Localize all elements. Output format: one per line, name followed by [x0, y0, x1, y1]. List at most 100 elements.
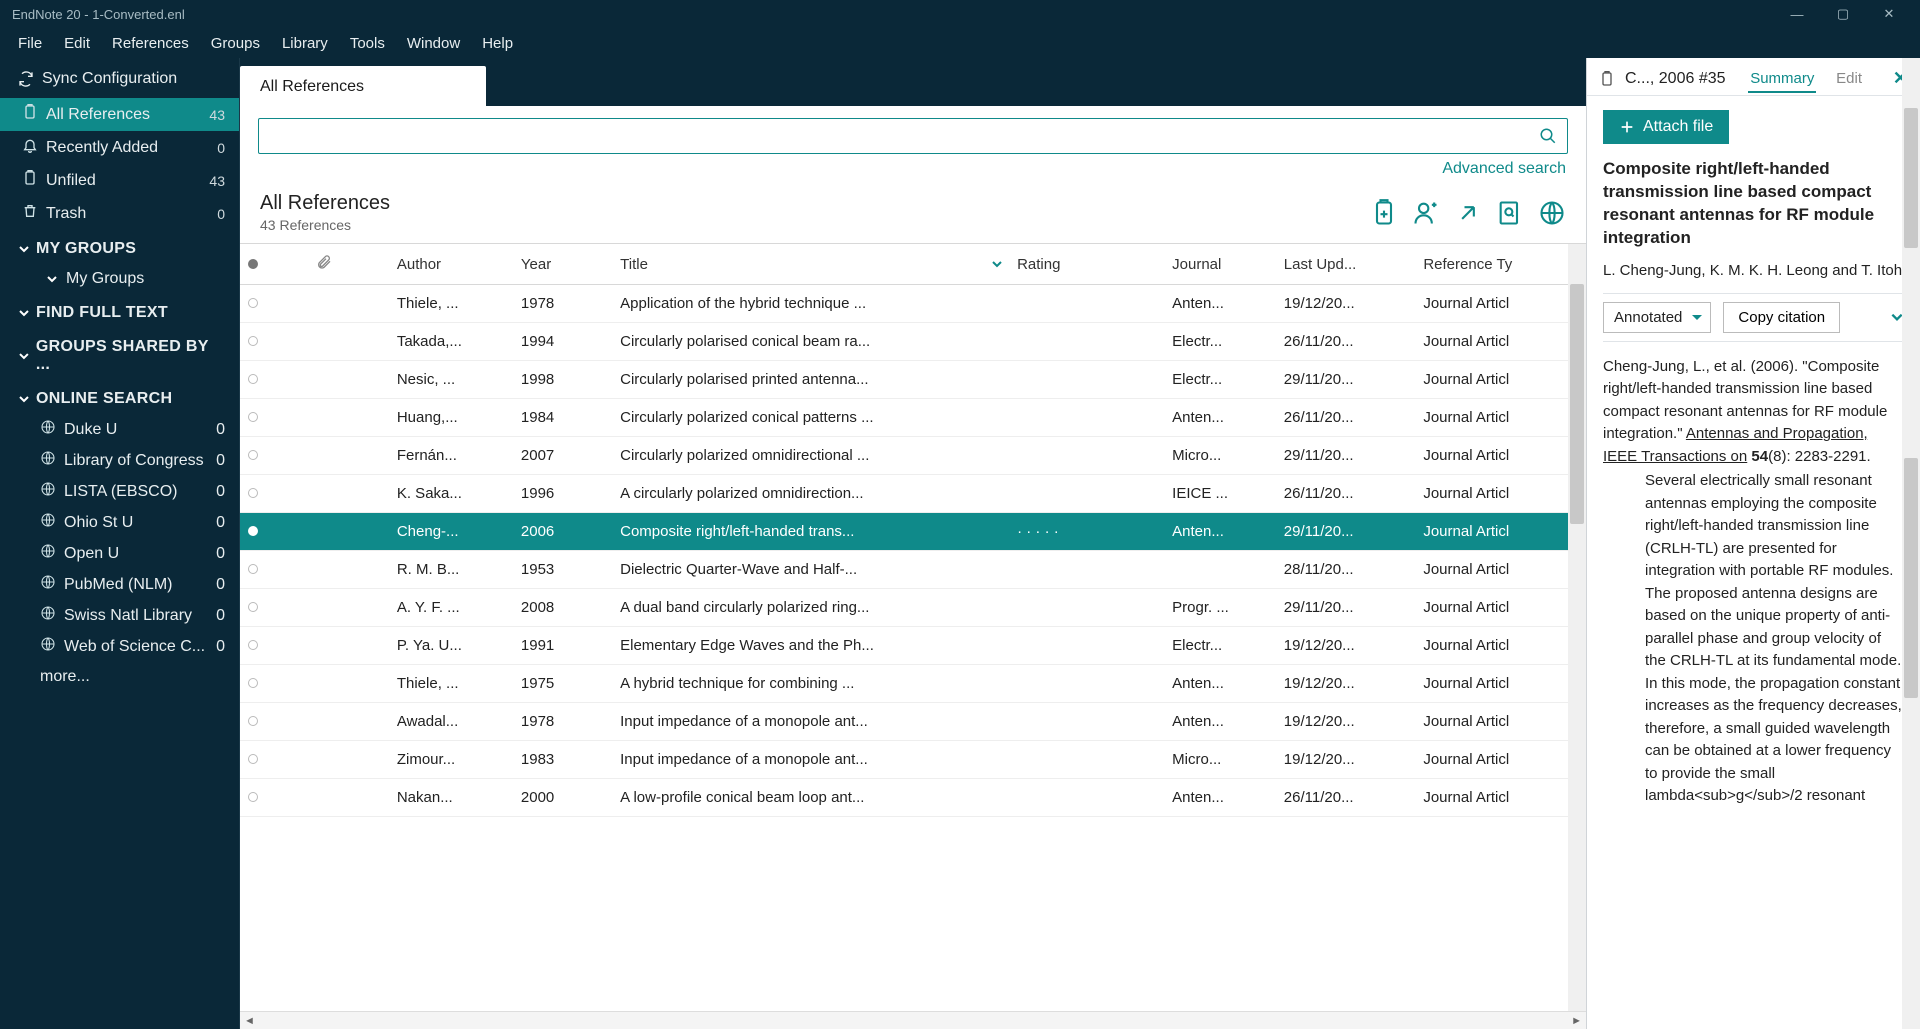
sidebar-item-recently-added[interactable]: Recently Added0 — [0, 131, 239, 164]
clipboard-icon — [1599, 70, 1615, 88]
col-year[interactable]: Year — [513, 244, 612, 285]
sidebar-head-findfulltext[interactable]: FIND FULL TEXT — [0, 294, 239, 328]
table-row[interactable]: Takada,...1994Circularly polarised conic… — [240, 323, 1586, 361]
table-vscrollbar[interactable] — [1568, 244, 1586, 1011]
readstatus-dot-icon — [248, 488, 258, 498]
table-row[interactable]: Awadal...1978Input impedance of a monopo… — [240, 703, 1586, 741]
sidebar-item-trash[interactable]: Trash0 — [0, 197, 239, 230]
menu-bar: File Edit References Groups Library Tool… — [0, 28, 1920, 58]
table-hscrollbar[interactable]: ◄► — [240, 1011, 1586, 1029]
reference-count: 43 References — [260, 217, 390, 233]
details-authors: L. Cheng-Jung, K. M. K. H. Leong and T. … — [1603, 262, 1904, 279]
sidebar-online-duke-u[interactable]: Duke U0 — [0, 414, 239, 445]
globe-icon — [40, 636, 56, 657]
readstatus-dot-icon — [248, 336, 258, 346]
col-title[interactable]: Title — [612, 244, 1009, 285]
readstatus-dot-icon — [248, 374, 258, 384]
citation-preview: Cheng-Jung, L., et al. (2006). "Composit… — [1603, 356, 1904, 808]
col-attachment[interactable] — [308, 244, 389, 285]
attach-file-button[interactable]: Attach file — [1603, 110, 1729, 144]
menu-library[interactable]: Library — [272, 31, 338, 56]
search-input[interactable] — [258, 118, 1568, 154]
add-user-icon[interactable] — [1412, 199, 1440, 227]
globe-icon — [40, 419, 56, 440]
sidebar-item-unfiled[interactable]: Unfiled43 — [0, 164, 239, 197]
sync-configuration-button[interactable]: Sync Configuration — [0, 60, 239, 98]
menu-help[interactable]: Help — [472, 31, 523, 56]
advanced-search-link[interactable]: Advanced search — [1442, 160, 1566, 177]
readstatus-dot-icon — [248, 792, 258, 802]
sidebar-online-open-u[interactable]: Open U0 — [0, 538, 239, 569]
col-lastupd[interactable]: Last Upd... — [1276, 244, 1416, 285]
window-close-button[interactable]: ✕ — [1866, 0, 1912, 28]
table-row[interactable]: A. Y. F. ...2008A dual band circularly p… — [240, 589, 1586, 627]
menu-references[interactable]: References — [102, 31, 199, 56]
reference-table: Author Year Title Rating Journal Last Up… — [240, 244, 1586, 1011]
readstatus-dot-icon — [248, 754, 258, 764]
col-readstatus[interactable] — [240, 244, 308, 285]
dot-icon — [248, 259, 258, 269]
sidebar-online-ohio-st-u[interactable]: Ohio St U0 — [0, 507, 239, 538]
sidebar-head-online[interactable]: ONLINE SEARCH — [0, 380, 239, 414]
sidebar-online-swiss-natl-library[interactable]: Swiss Natl Library0 — [0, 600, 239, 631]
window-maximize-button[interactable]: ▢ — [1820, 0, 1866, 28]
menu-file[interactable]: File — [8, 31, 52, 56]
col-author[interactable]: Author — [389, 244, 513, 285]
table-row[interactable]: Thiele, ...1975A hybrid technique for co… — [240, 665, 1586, 703]
sidebar-head-mygroups[interactable]: MY GROUPS — [0, 230, 239, 264]
chevron-down-icon — [18, 393, 30, 405]
menu-tools[interactable]: Tools — [340, 31, 395, 56]
table-row[interactable]: R. M. B...1953Dielectric Quarter-Wave an… — [240, 551, 1586, 589]
citation-style-select[interactable]: Annotated — [1603, 302, 1711, 333]
table-row[interactable]: Nesic, ...1998Circularly polarised print… — [240, 361, 1586, 399]
globe-icon — [40, 574, 56, 595]
globe-icon — [40, 543, 56, 564]
table-row[interactable]: Zimour...1983Input impedance of a monopo… — [240, 741, 1586, 779]
col-journal[interactable]: Journal — [1164, 244, 1276, 285]
table-row[interactable]: Fernán...2007Circularly polarized omnidi… — [240, 437, 1586, 475]
plus-icon — [1619, 119, 1635, 135]
sidebar-head-shared[interactable]: GROUPS SHARED BY ... — [0, 328, 239, 380]
globe-icon — [40, 450, 56, 471]
details-tab-summary[interactable]: Summary — [1748, 66, 1816, 93]
page-title: All References — [260, 192, 390, 215]
sidebar-online-pubmed-nlm-[interactable]: PubMed (NLM)0 — [0, 569, 239, 600]
window-title: EndNote 20 - 1-Converted.enl — [12, 7, 185, 22]
sidebar-item-mygroups-child[interactable]: My Groups — [0, 264, 239, 294]
copy-citation-button[interactable]: Copy citation — [1723, 302, 1840, 333]
details-crumb: C..., 2006 #35 — [1625, 70, 1738, 88]
sidebar-online-lista-ebsco-[interactable]: LISTA (EBSCO)0 — [0, 476, 239, 507]
col-reftype[interactable]: Reference Ty — [1415, 244, 1586, 285]
readstatus-dot-icon — [248, 298, 258, 308]
chevron-down-icon — [18, 307, 30, 319]
table-row[interactable]: K. Saka...1996A circularly polarized omn… — [240, 475, 1586, 513]
find-reference-icon[interactable] — [1496, 199, 1524, 227]
window-minimize-button[interactable]: — — [1774, 0, 1820, 28]
menu-edit[interactable]: Edit — [54, 31, 100, 56]
sidebar: Sync Configuration All References43Recen… — [0, 58, 240, 1029]
main-panel: All References Advanced search All Refer… — [240, 58, 1586, 1029]
table-row[interactable]: P. Ya. U...1991Elementary Edge Waves and… — [240, 627, 1586, 665]
clipboard-icon — [22, 104, 38, 125]
sidebar-online-library-of-congress[interactable]: Library of Congress0 — [0, 445, 239, 476]
copy-reference-icon[interactable] — [1370, 199, 1398, 227]
table-row[interactable]: Nakan...2000A low-profile conical beam l… — [240, 779, 1586, 817]
export-icon[interactable] — [1454, 199, 1482, 227]
sidebar-more[interactable]: more... — [0, 662, 239, 692]
table-row[interactable]: Cheng-...2006Composite right/left-handed… — [240, 513, 1586, 551]
readstatus-dot-icon — [248, 412, 258, 422]
sidebar-online-web-of-science-c-[interactable]: Web of Science C...0 — [0, 631, 239, 662]
globe-icon — [40, 605, 56, 626]
details-panel: C..., 2006 #35 Summary Edit ✕ Attach fil… — [1586, 58, 1920, 1029]
table-row[interactable]: Thiele, ...1978Application of the hybrid… — [240, 285, 1586, 323]
sidebar-item-all-references[interactable]: All References43 — [0, 98, 239, 131]
menu-groups[interactable]: Groups — [201, 31, 270, 56]
menu-window[interactable]: Window — [397, 31, 470, 56]
details-vscrollbar[interactable] — [1902, 58, 1920, 1029]
details-tab-edit[interactable]: Edit — [1834, 66, 1864, 91]
search-icon — [1539, 127, 1557, 145]
col-rating[interactable]: Rating — [1009, 244, 1164, 285]
table-row[interactable]: Huang,...1984Circularly polarized conica… — [240, 399, 1586, 437]
web-icon[interactable] — [1538, 199, 1566, 227]
tab-all-references[interactable]: All References — [240, 66, 486, 106]
